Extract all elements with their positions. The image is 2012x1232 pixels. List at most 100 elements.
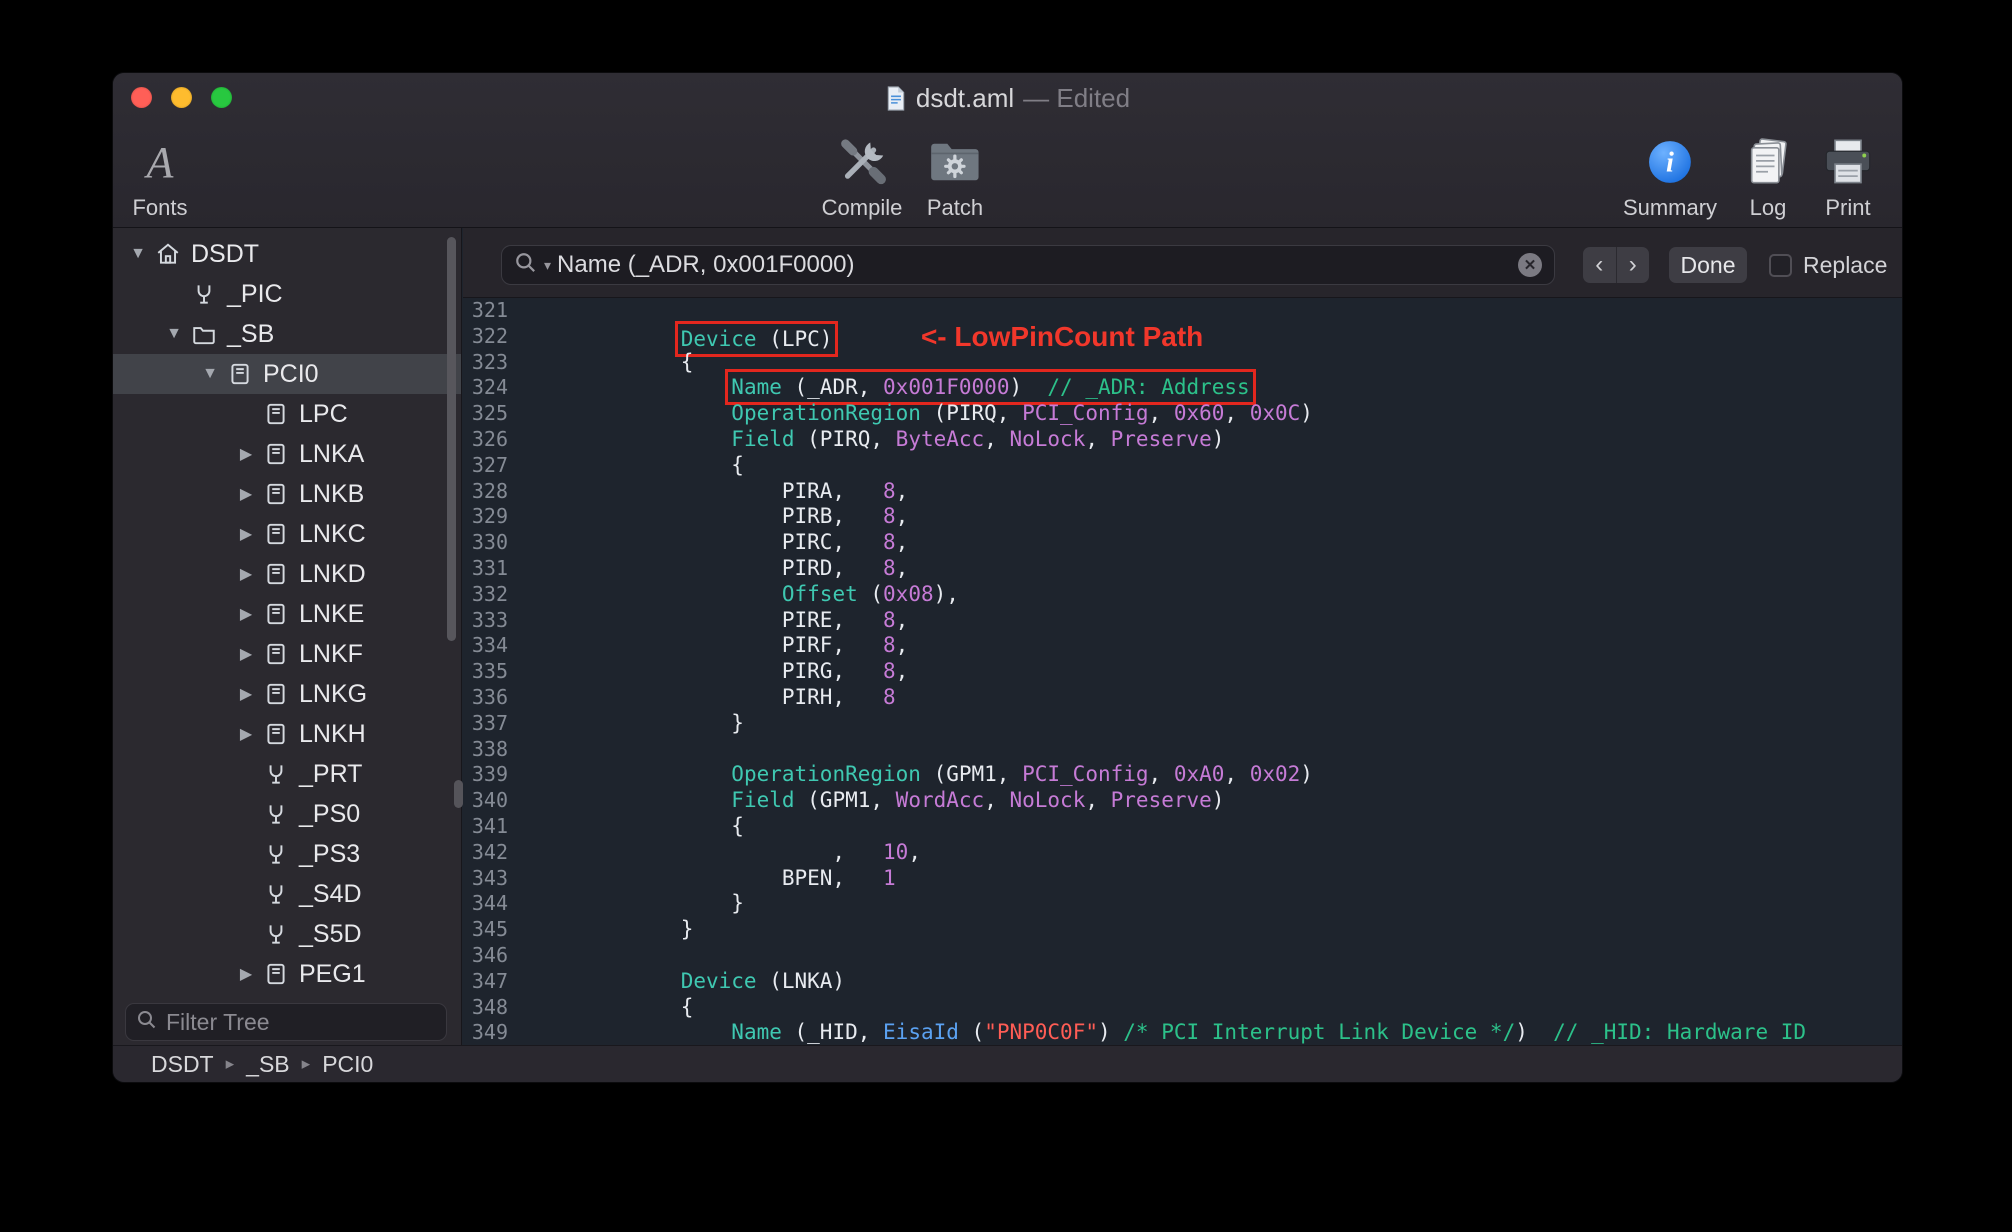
code-segment: (PIRQ, xyxy=(794,426,896,451)
code-segment: ), xyxy=(933,581,959,606)
breadcrumb-item-_sb[interactable]: _SB xyxy=(246,1051,289,1078)
code-line-338[interactable]: 338 xyxy=(463,737,1902,763)
code-line-343[interactable]: 343 BPEN, 1 xyxy=(463,866,1902,892)
clear-search-icon[interactable]: ✕ xyxy=(1518,253,1542,277)
line-number: 349 xyxy=(471,1020,508,1045)
code-line-326[interactable]: 326 Field (PIRQ, ByteAcc, NoLock, Preser… xyxy=(463,427,1902,453)
sidebar-item-_ps0[interactable]: _PS0 xyxy=(113,794,461,834)
code-line-346[interactable]: 346 xyxy=(463,943,1902,969)
code-line-334[interactable]: 334 PIRF, 8, xyxy=(463,633,1902,659)
code-line-345[interactable]: 345 } xyxy=(463,917,1902,943)
code-segment: ) xyxy=(1515,1020,1554,1045)
code-text: PIRD, 8, xyxy=(523,556,908,582)
code-line-348[interactable]: 348 { xyxy=(463,995,1902,1021)
code-line-324[interactable]: 324 Name (_ADR, 0x001F0000) // _ADR: Add… xyxy=(463,369,1902,406)
sidebar-scrollbar-thumb[interactable] xyxy=(447,237,456,641)
code-line-332[interactable]: 332 Offset (0x08), xyxy=(463,582,1902,608)
code-segment: WordAcc xyxy=(895,788,985,813)
sidebar-item-_s5d[interactable]: _S5D xyxy=(113,914,461,954)
app-window: dsdt.aml — Edited A Fonts Compile Patch … xyxy=(113,73,1902,1082)
code-line-344[interactable]: 344 } xyxy=(463,891,1902,917)
sidebar-item-_ps3[interactable]: _PS3 xyxy=(113,834,461,874)
sidebar-item-lnka[interactable]: ▶ LNKA xyxy=(113,434,461,474)
code-segment: Name xyxy=(731,375,782,400)
disclosure-closed-icon[interactable]: ▶ xyxy=(229,444,263,464)
disclosure-closed-icon[interactable]: ▶ xyxy=(229,484,263,504)
disclosure-closed-icon[interactable]: ▶ xyxy=(229,684,263,704)
sidebar-item-lnkc[interactable]: ▶ LNKC xyxy=(113,514,461,554)
patch-button[interactable]: Patch xyxy=(927,129,983,221)
device-icon xyxy=(263,721,289,747)
fonts-icon: A xyxy=(146,137,174,187)
sidebar-item-lnkd[interactable]: ▶ LNKD xyxy=(113,554,461,594)
sidebar-item-_prt[interactable]: _PRT xyxy=(113,754,461,794)
pane-splitter-handle[interactable] xyxy=(454,780,463,808)
code-line-325[interactable]: 325 OperationRegion (PIRQ, PCI_Config, 0… xyxy=(463,401,1902,427)
code-line-342[interactable]: 342 , 10, xyxy=(463,840,1902,866)
summary-button[interactable]: i Summary xyxy=(1623,129,1717,221)
disclosure-open-icon[interactable]: ▼ xyxy=(121,245,155,263)
code-segment: , xyxy=(984,426,1010,451)
code-line-333[interactable]: 333 PIRE, 8, xyxy=(463,608,1902,634)
sidebar-item-_sb[interactable]: ▼ _SB xyxy=(113,314,461,354)
disclosure-closed-icon[interactable]: ▶ xyxy=(229,524,263,544)
code-segment: OperationRegion xyxy=(731,762,921,787)
code-text: PIRA, 8, xyxy=(523,479,908,505)
find-input[interactable]: ▾ Name (_ADR, 0x001F0000) ✕ xyxy=(501,245,1555,285)
summary-label: Summary xyxy=(1622,195,1718,220)
code-line-328[interactable]: 328 PIRA, 8, xyxy=(463,479,1902,505)
code-line-330[interactable]: 330 PIRC, 8, xyxy=(463,530,1902,556)
sidebar-item-_pic[interactable]: _PIC xyxy=(113,274,461,314)
code-line-340[interactable]: 340 Field (GPM1, WordAcc, NoLock, Preser… xyxy=(463,788,1902,814)
disclosure-closed-icon[interactable]: ▶ xyxy=(229,964,263,984)
breadcrumb-item-dsdt[interactable]: DSDT xyxy=(151,1051,214,1078)
code-text: PIRB, 8, xyxy=(523,504,908,530)
line-number: 334 xyxy=(471,633,508,658)
code-line-341[interactable]: 341 { xyxy=(463,814,1902,840)
code-line-322[interactable]: 322 Device (LPC) <- LowPinCount Path xyxy=(463,320,1902,357)
sidebar-item-lpc[interactable]: LPC xyxy=(113,394,461,434)
disclosure-closed-icon[interactable]: ▶ xyxy=(229,564,263,584)
replace-checkbox[interactable] xyxy=(1769,253,1792,277)
code-line-339[interactable]: 339 OperationRegion (GPM1, PCI_Config, 0… xyxy=(463,762,1902,788)
print-button[interactable]: Print xyxy=(1822,129,1874,221)
sidebar-item-peg1[interactable]: ▶ PEG1 xyxy=(113,954,461,994)
code-editor[interactable]: 321 322 Device (LPC) <- LowPinCount Path 3… xyxy=(463,298,1902,1045)
disclosure-closed-icon[interactable]: ▶ xyxy=(229,604,263,624)
code-line-349[interactable]: 349 Name (_HID, EisaId ("PNP0C0F") /* PC… xyxy=(463,1020,1902,1045)
sidebar-item-pci0[interactable]: ▼ PCI0 xyxy=(113,354,461,394)
code-line-335[interactable]: 335 PIRG, 8, xyxy=(463,659,1902,685)
compile-button[interactable]: Compile xyxy=(822,129,902,221)
code-line-336[interactable]: 336 PIRH, 8 xyxy=(463,685,1902,711)
log-button[interactable]: Log xyxy=(1743,129,1793,221)
sidebar-item-dsdt[interactable]: ▼ DSDT xyxy=(113,234,461,274)
code-line-347[interactable]: 347 Device (LNKA) xyxy=(463,969,1902,995)
find-previous-button[interactable]: ‹ xyxy=(1583,247,1617,283)
code-line-323[interactable]: 323 { xyxy=(463,350,1902,376)
fonts-button[interactable]: A Fonts xyxy=(132,129,187,221)
sidebar-item-lnkg[interactable]: ▶ LNKG xyxy=(113,674,461,714)
code-line-327[interactable]: 327 { xyxy=(463,453,1902,479)
disclosure-closed-icon[interactable]: ▶ xyxy=(229,644,263,664)
sidebar-item-_s4d[interactable]: _S4D xyxy=(113,874,461,914)
search-menu-caret-icon[interactable]: ▾ xyxy=(544,257,551,274)
code-line-331[interactable]: 331 PIRD, 8, xyxy=(463,556,1902,582)
disclosure-open-icon[interactable]: ▼ xyxy=(193,365,227,383)
code-line-337[interactable]: 337 } xyxy=(463,711,1902,737)
breadcrumb-item-pci0[interactable]: PCI0 xyxy=(322,1051,373,1078)
done-button[interactable]: Done xyxy=(1669,247,1747,283)
sidebar-item-lnkf[interactable]: ▶ LNKF xyxy=(113,634,461,674)
filter-tree-field[interactable]: Filter Tree xyxy=(125,1003,447,1041)
code-line-329[interactable]: 329 PIRB, 8, xyxy=(463,504,1902,530)
tree-item-label: _PIC xyxy=(227,279,283,308)
disclosure-open-icon[interactable]: ▼ xyxy=(157,325,191,343)
sidebar-item-lnke[interactable]: ▶ LNKE xyxy=(113,594,461,634)
code-segment: /* PCI Interrupt Link Device */ xyxy=(1123,1020,1516,1045)
find-next-button[interactable]: › xyxy=(1617,247,1650,283)
disclosure-closed-icon[interactable]: ▶ xyxy=(229,724,263,744)
sidebar-item-lnkb[interactable]: ▶ LNKB xyxy=(113,474,461,514)
sidebar-item-lnkh[interactable]: ▶ LNKH xyxy=(113,714,461,754)
